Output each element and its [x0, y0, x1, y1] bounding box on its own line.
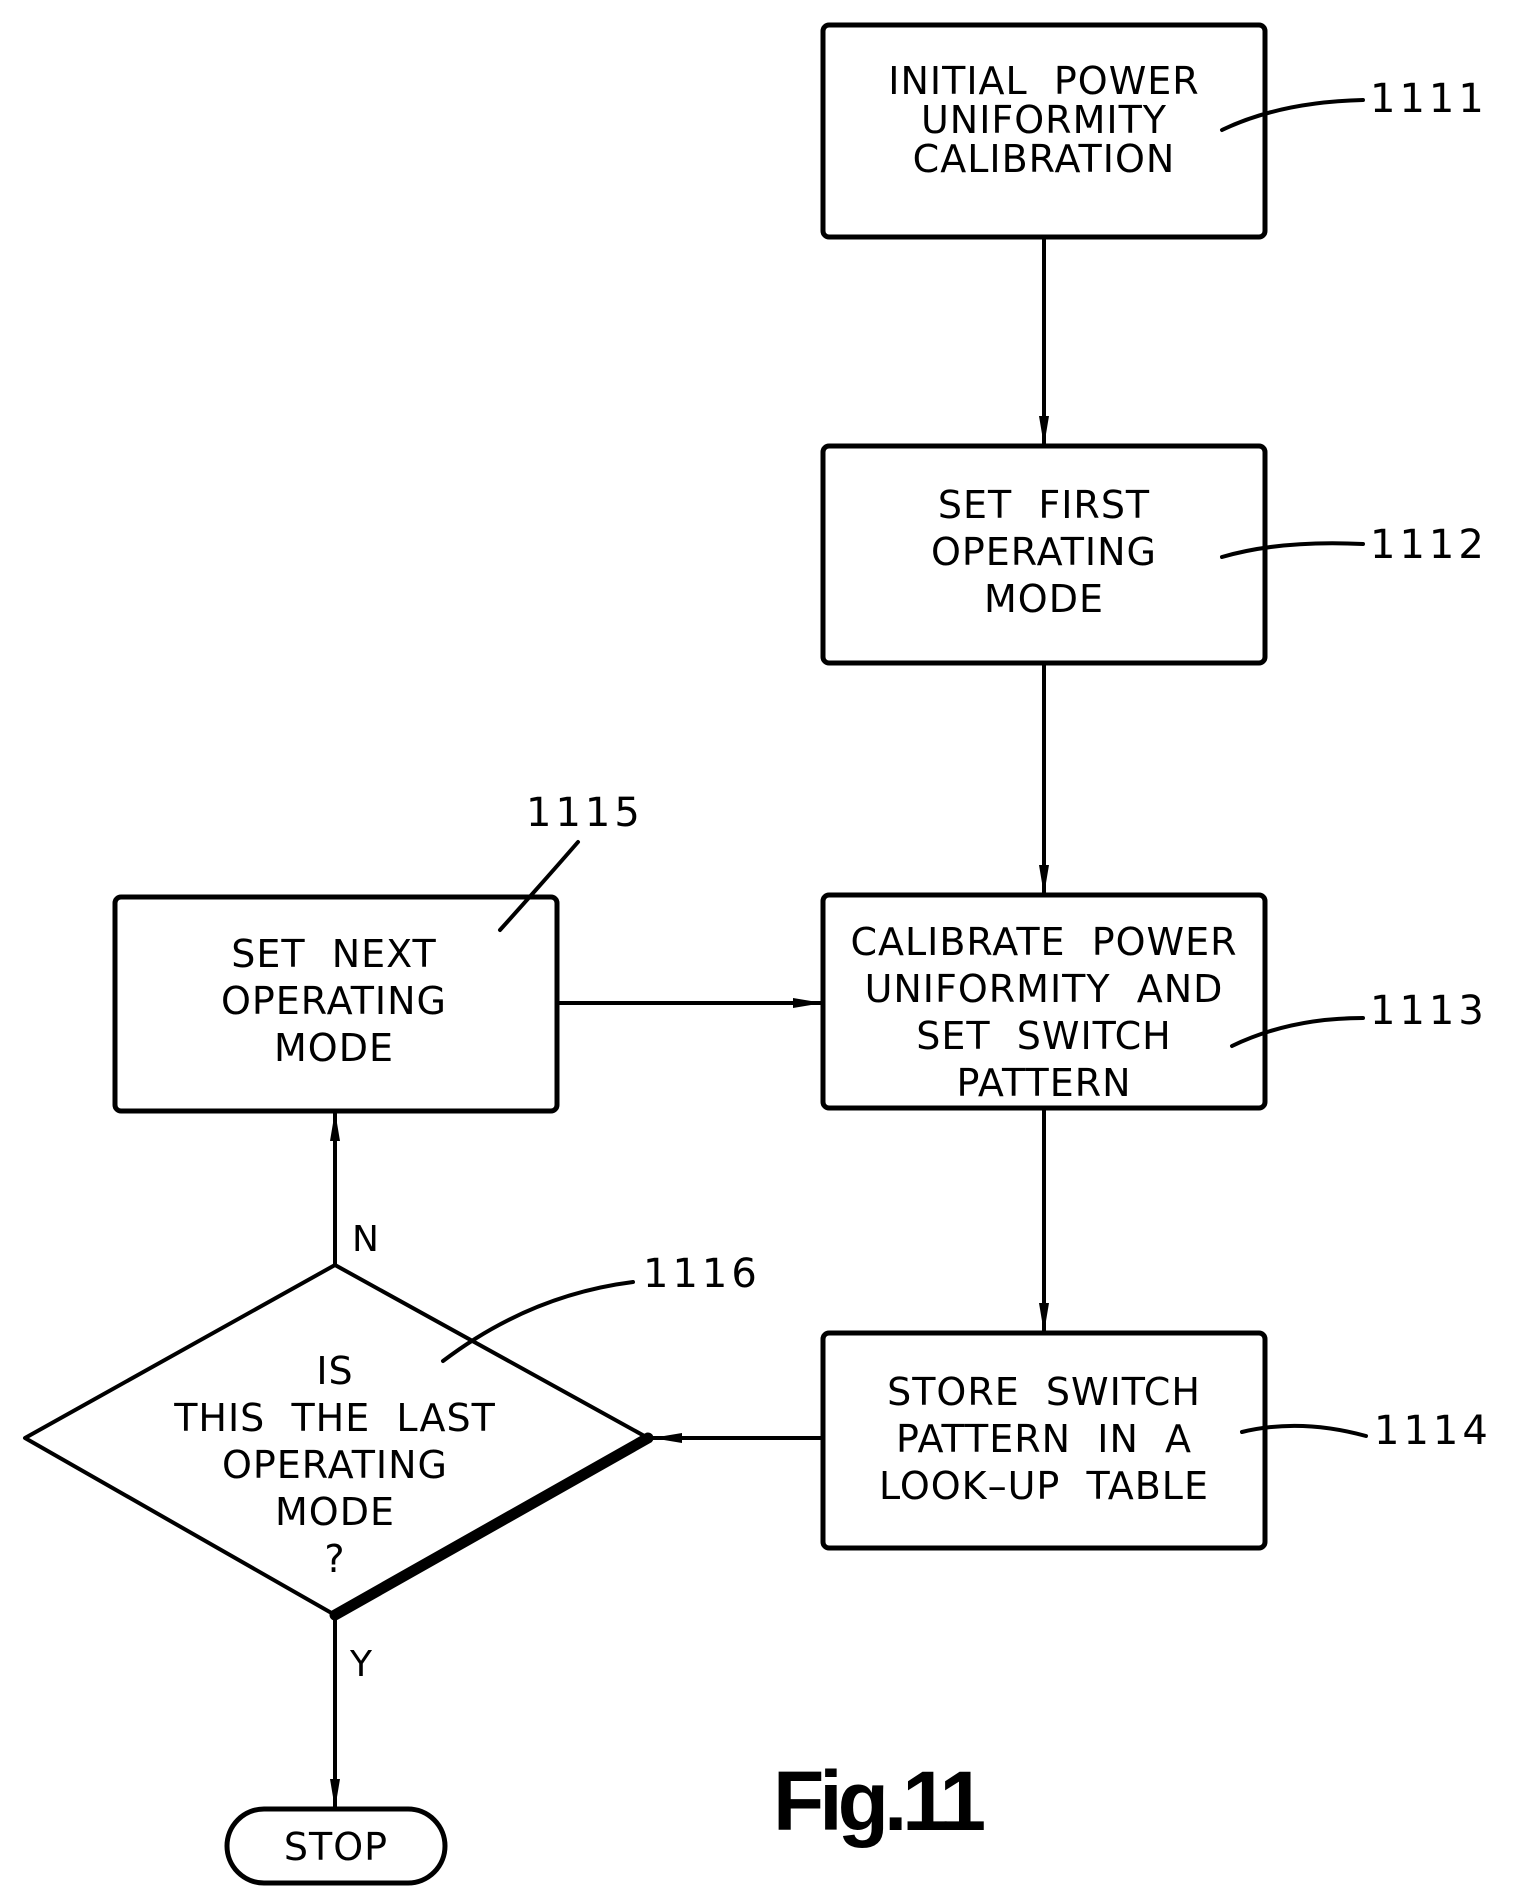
- branch-label-yes: Y: [349, 1644, 373, 1685]
- step-initial-power-uniformity-calibration: INITIAL POWER UNIFORMITY CALIBRATION 111…: [820, 22, 1488, 240]
- box-line: OPERATING: [221, 979, 447, 1023]
- decision-line: ?: [324, 1537, 345, 1581]
- reference-numeral: 1116: [643, 1251, 761, 1297]
- box-line: SET NEXT: [231, 932, 437, 976]
- arrowhead-icon: [652, 1433, 682, 1443]
- step-set-next-operating-mode: SET NEXT OPERATING MODE 1115: [112, 790, 644, 1114]
- arrowhead-icon: [330, 1111, 340, 1141]
- decision-line: IS: [316, 1349, 353, 1393]
- box-line: STORE SWITCH: [887, 1370, 1201, 1414]
- box-line: PATTERN: [956, 1061, 1131, 1105]
- step-store-switch-pattern: STORE SWITCH PATTERN IN A LOOK–UP TABLE …: [820, 1330, 1492, 1551]
- figure-caption: Fig.11: [773, 1754, 984, 1848]
- box-line: OPERATING: [931, 530, 1157, 574]
- box-line: CALIBRATION: [913, 137, 1176, 181]
- arrowhead-icon: [1039, 865, 1049, 895]
- flowchart: INITIAL POWER UNIFORMITY CALIBRATION 111…: [23, 22, 1492, 1886]
- branch-label-no: N: [352, 1219, 379, 1260]
- reference-numeral: 1112: [1370, 522, 1488, 568]
- step-set-first-operating-mode: SET FIRST OPERATING MODE 1112: [820, 443, 1488, 666]
- step-calibrate-and-set-switch-pattern: CALIBRATE POWER UNIFORMITY AND SET SWITC…: [820, 892, 1488, 1111]
- reference-numeral: 1111: [1370, 76, 1488, 122]
- decision-line: THIS THE LAST: [173, 1396, 496, 1440]
- arrowhead-icon: [330, 1779, 340, 1809]
- box-line: MODE: [274, 1026, 394, 1070]
- box-line: INITIAL POWER: [888, 59, 1199, 103]
- decision-last-operating-mode: IS THIS THE LAST OPERATING MODE ? 1116: [23, 1251, 761, 1621]
- box-line: UNIFORMITY AND: [865, 967, 1224, 1011]
- decision-line: MODE: [275, 1490, 395, 1534]
- box-line: UNIFORMITY: [921, 98, 1167, 142]
- box-line: CALIBRATE POWER: [850, 920, 1237, 964]
- arrowhead-icon: [1039, 416, 1049, 446]
- arrowhead-icon: [1039, 1303, 1049, 1333]
- reference-numeral: 1114: [1374, 1408, 1492, 1454]
- arrowhead-icon: [793, 998, 823, 1008]
- box-line: SET SWITCH: [916, 1014, 1172, 1058]
- box-line: PATTERN IN A: [896, 1417, 1192, 1461]
- box-line: SET FIRST: [938, 483, 1150, 527]
- decision-line: OPERATING: [222, 1443, 448, 1487]
- box-line: LOOK–UP TABLE: [879, 1464, 1209, 1508]
- reference-numeral: 1113: [1370, 988, 1488, 1034]
- terminator-stop: STOP: [224, 1806, 448, 1886]
- box-line: MODE: [984, 577, 1104, 621]
- terminator-label: STOP: [284, 1825, 388, 1869]
- reference-numeral: 1115: [526, 790, 644, 836]
